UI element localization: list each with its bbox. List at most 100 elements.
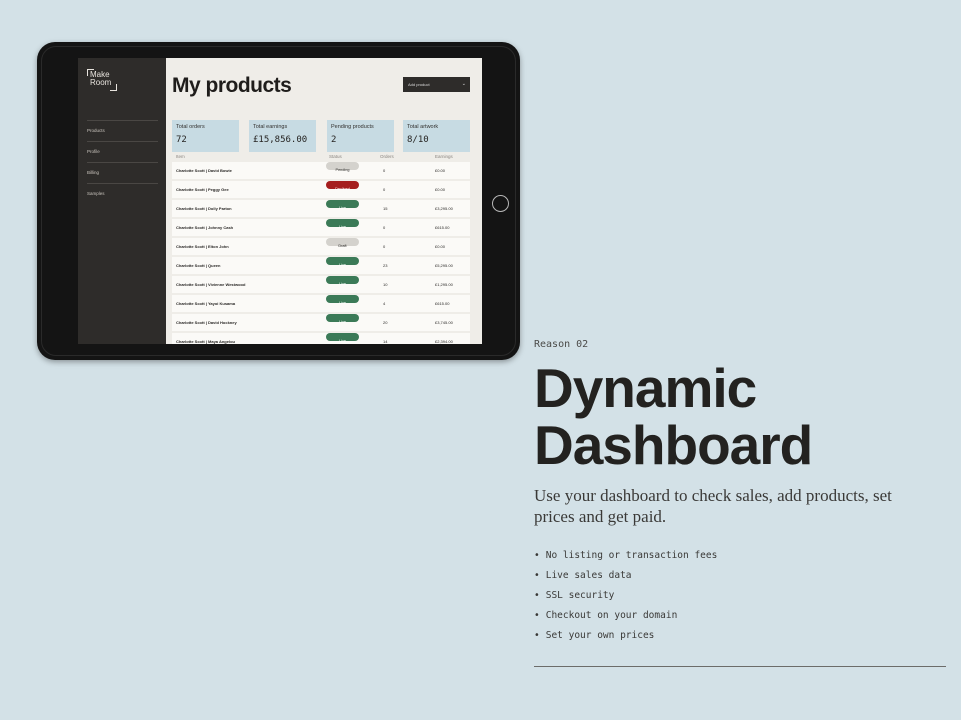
stat-value: 8/10	[407, 135, 429, 145]
sidebar-item-profile[interactable]: Profile	[87, 141, 158, 162]
column-header-earnings[interactable]: Earnings	[435, 154, 453, 159]
status-badge: Live	[326, 219, 359, 229]
table-row[interactable]: Charlotte Scott | Vivienne Westwood Live 1…	[172, 276, 470, 293]
headline: Dynamic Dashboard	[534, 357, 813, 476]
sidebar-nav: Products Profile Billing Samples	[87, 120, 158, 204]
stat-label: Total artwork	[407, 124, 439, 130]
table-row[interactable]: Charlotte Scott | Johnny Cash Live 0 £615.0…	[172, 219, 470, 236]
status-badge: Live	[326, 295, 359, 305]
sidebar-item-samples[interactable]: Samples	[87, 183, 158, 204]
chevron-down-icon: ⌄	[461, 81, 466, 87]
status-badge: Declined	[326, 181, 359, 191]
stat-value: 72	[176, 135, 187, 145]
feature-item: Live sales data	[534, 569, 717, 589]
earnings-value: £0.00	[435, 187, 446, 192]
earnings-value: £1,295.00	[435, 282, 453, 287]
column-header-status[interactable]: Status	[329, 154, 342, 159]
stat-total-artwork: Total artwork 8/10	[403, 120, 470, 152]
item-name: Charlotte Scott | Johnny Cash	[176, 225, 234, 230]
table-row[interactable]: Charlotte Scott | Elton John Draft 0 £0.00	[172, 238, 470, 255]
stat-value: 2	[331, 135, 337, 145]
page-title: My products	[172, 74, 292, 97]
earnings-value: £2,394.00	[435, 339, 453, 344]
orders-count: 0	[383, 187, 386, 192]
item-name: Charlotte Scott | Elton John	[176, 244, 229, 249]
orders-count: 20	[383, 320, 388, 325]
feature-item: Set your own prices	[534, 629, 717, 649]
column-header-orders[interactable]: Orders	[380, 154, 394, 159]
status-badge: Live	[326, 333, 359, 343]
headline-line-2: Dashboard	[534, 414, 813, 476]
status-badge: Live	[326, 200, 359, 210]
earnings-value: £3,745.00	[435, 320, 453, 325]
stat-label: Total earnings	[253, 124, 288, 130]
status-badge: Live	[326, 314, 359, 324]
stats-cards: Total orders 72 Total earnings £15,856.0…	[172, 120, 470, 152]
reason-label: Reason 02	[534, 339, 589, 350]
add-product-dropdown[interactable]: Add product ⌄	[403, 77, 470, 92]
sidebar-item-label: Products	[87, 128, 105, 133]
table-row[interactable]: Charlotte Scott | Queen Live 23 £5,295.00	[172, 257, 470, 274]
orders-count: 4	[383, 301, 386, 306]
feature-item: Checkout on your domain	[534, 609, 717, 629]
sidebar-item-label: Profile	[87, 149, 100, 154]
stat-label: Total orders	[176, 124, 205, 130]
stat-total-earnings: Total earnings £15,856.00	[249, 120, 316, 152]
divider	[534, 666, 946, 667]
description: Use your dashboard to check sales, add p…	[534, 486, 892, 526]
earnings-value: £0.00	[435, 244, 446, 249]
table-row[interactable]: Charlotte Scott | Peggy Gee Declined 0 £0.0…	[172, 181, 470, 198]
feature-item: SSL security	[534, 589, 717, 609]
earnings-value: £615.00	[435, 301, 450, 306]
table-row[interactable]: Charlotte Scott | Dolly Parton Live 15 £3,2…	[172, 200, 470, 217]
status-badge: Draft	[326, 238, 359, 248]
item-name: Charlotte Scott | David Hockney	[176, 320, 237, 325]
table-row[interactable]: Charlotte Scott | David Bowie Pending 0 £0.…	[172, 162, 470, 179]
add-product-label: Add product	[408, 82, 430, 87]
status-badge: Live	[326, 257, 359, 267]
orders-count: 14	[383, 339, 388, 344]
item-name: Charlotte Scott | David Bowie	[176, 168, 232, 173]
stat-value: £15,856.00	[253, 135, 308, 145]
products-table: Charlotte Scott | David Bowie Pending 0 £0.…	[172, 162, 470, 344]
make-room-logo[interactable]: Make Room	[87, 69, 117, 91]
earnings-value: £0.00	[435, 168, 446, 173]
main-content: My products Add product ⌄ Total orders 7…	[166, 58, 482, 344]
tablet-mockup: Make Room Products Profile Billing Sampl…	[37, 42, 520, 360]
earnings-value: £3,295.00	[435, 206, 453, 211]
item-name: Charlotte Scott | Vivienne Westwood	[176, 282, 246, 287]
orders-count: 0	[383, 225, 386, 230]
sidebar: Make Room Products Profile Billing Sampl…	[78, 58, 166, 344]
dashboard-screen: Make Room Products Profile Billing Sampl…	[78, 58, 482, 344]
home-button	[492, 195, 509, 212]
item-name: Charlotte Scott | Maya Angelou	[176, 339, 235, 344]
earnings-value: £615.00	[435, 225, 450, 230]
column-header-item[interactable]: Item	[176, 154, 185, 159]
sidebar-item-billing[interactable]: Billing	[87, 162, 158, 183]
sidebar-item-label: Samples	[87, 191, 105, 196]
orders-count: 0	[383, 244, 386, 249]
table-row[interactable]: Charlotte Scott | Maya Angelou Live 14 £2,3…	[172, 333, 470, 344]
table-row[interactable]: Charlotte Scott | Yayoi Kusama Live 4 £615.…	[172, 295, 470, 312]
earnings-value: £5,295.00	[435, 263, 453, 268]
logo-text: Make Room	[90, 70, 112, 87]
feature-list: No listing or transaction fees Live sale…	[534, 549, 718, 649]
item-name: Charlotte Scott | Peggy Gee	[176, 187, 229, 192]
orders-count: 10	[383, 282, 388, 287]
stat-label: Pending products	[331, 124, 374, 130]
table-row[interactable]: Charlotte Scott | David Hockney Live 20 £3,…	[172, 314, 470, 331]
orders-count: 23	[383, 263, 388, 268]
stat-total-orders: Total orders 72	[172, 120, 239, 152]
status-badge: Pending	[326, 162, 359, 172]
item-name: Charlotte Scott | Queen	[176, 263, 221, 268]
headline-line-1: Dynamic	[534, 357, 757, 419]
orders-count: 15	[383, 206, 388, 211]
sidebar-item-products[interactable]: Products	[87, 120, 158, 141]
item-name: Charlotte Scott | Dolly Parton	[176, 206, 232, 211]
sidebar-item-label: Billing	[87, 170, 100, 175]
item-name: Charlotte Scott | Yayoi Kusama	[176, 301, 236, 306]
orders-count: 0	[383, 168, 386, 173]
table-header: Item Status Orders Earnings	[172, 154, 470, 162]
stat-pending-products: Pending products 2	[327, 120, 394, 152]
status-badge: Live	[326, 276, 359, 286]
